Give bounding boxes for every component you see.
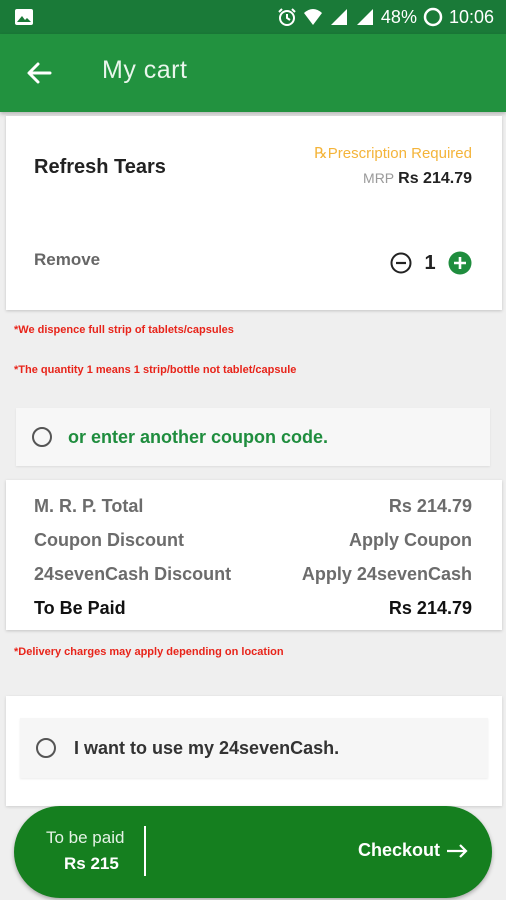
summary-row-total: To Be Paid Rs 214.79: [34, 598, 472, 620]
coupon-label: or enter another coupon code.: [68, 427, 329, 447]
app-bar: My cart: [0, 34, 506, 112]
to-be-paid-label: To be paid: [46, 828, 125, 847]
remove-button[interactable]: Remove: [34, 250, 100, 270]
apply-coupon-link[interactable]: Apply Coupon: [349, 530, 472, 551]
summary-label: M. R. P. Total: [34, 496, 144, 516]
summary-label: 24sevenCash Discount: [34, 564, 232, 584]
summary-row-mrp: M. R. P. Total Rs 214.79: [34, 496, 472, 518]
to-be-paid-amount: Rs 215: [64, 854, 119, 873]
prescription-label: Prescription Required: [327, 145, 472, 162]
rx-icon: ℞: [314, 145, 328, 162]
cash-option[interactable]: I want to use my 24sevenCash.: [20, 718, 488, 778]
battery-percent: 48%: [380, 6, 417, 27]
product-name: Refresh Tears: [34, 156, 166, 178]
coupon-radio[interactable]: [32, 427, 52, 447]
checkout-label: Checkout: [357, 840, 440, 860]
price-summary-card: M. R. P. Total Rs 214.79 Coupon Discount…: [6, 480, 502, 630]
battery-icon: [423, 7, 443, 27]
prescription-required: ℞Prescription Required: [314, 144, 472, 162]
arrow-right-icon: [447, 843, 468, 858]
total-value: Rs 214.79: [388, 598, 472, 618]
cash-section: I want to use my 24sevenCash.: [6, 696, 502, 806]
signal-icon: [330, 9, 347, 25]
status-icons: 48% 10:06: [277, 5, 494, 29]
summary-row-cash: 24sevenCash Discount Apply 24sevenCash: [34, 564, 472, 586]
product-price: Rs 214.79: [398, 170, 472, 187]
summary-label: Coupon Discount: [34, 530, 184, 550]
clock: 10:06: [448, 6, 494, 27]
summary-value: Rs 214.79: [388, 496, 472, 516]
mrp-label: MRP: [363, 170, 395, 186]
back-arrow-icon[interactable]: [24, 58, 54, 88]
price-row: MRP Rs 214.79: [363, 170, 472, 188]
page-title: My cart: [102, 56, 188, 84]
cash-label: I want to use my 24sevenCash.: [74, 738, 340, 758]
checkout-bar: To be paid Rs 215 Checkout: [14, 806, 492, 898]
quantity-note: *The quantity 1 means 1 strip/bottle not…: [14, 364, 297, 376]
signal-icon-2: [356, 9, 373, 25]
summary-row-coupon: Coupon Discount Apply Coupon: [34, 530, 472, 552]
summary-label: To Be Paid: [34, 598, 126, 618]
quantity-value: 1: [424, 251, 436, 274]
delivery-note: *Delivery charges may apply depending on…: [14, 646, 284, 658]
checkout-button[interactable]: Checkout: [358, 840, 468, 861]
strip-note: *We dispence full strip of tablets/capsu…: [14, 324, 234, 336]
status-bar: 48% 10:06: [0, 0, 506, 34]
cart-item-card: Refresh Tears ℞Prescription Required MRP…: [6, 116, 502, 310]
minus-circle-icon[interactable]: [390, 252, 412, 274]
coupon-option[interactable]: or enter another coupon code.: [16, 408, 490, 466]
wifi-icon: [303, 9, 322, 25]
quantity-stepper: 1: [390, 251, 472, 275]
image-notification-icon: [15, 9, 33, 25]
cash-radio[interactable]: [36, 738, 56, 758]
apply-cash-link[interactable]: Apply 24sevenCash: [302, 564, 472, 585]
alarm-icon: [278, 8, 296, 26]
divider: [144, 826, 146, 876]
plus-circle-icon[interactable]: [448, 251, 472, 275]
